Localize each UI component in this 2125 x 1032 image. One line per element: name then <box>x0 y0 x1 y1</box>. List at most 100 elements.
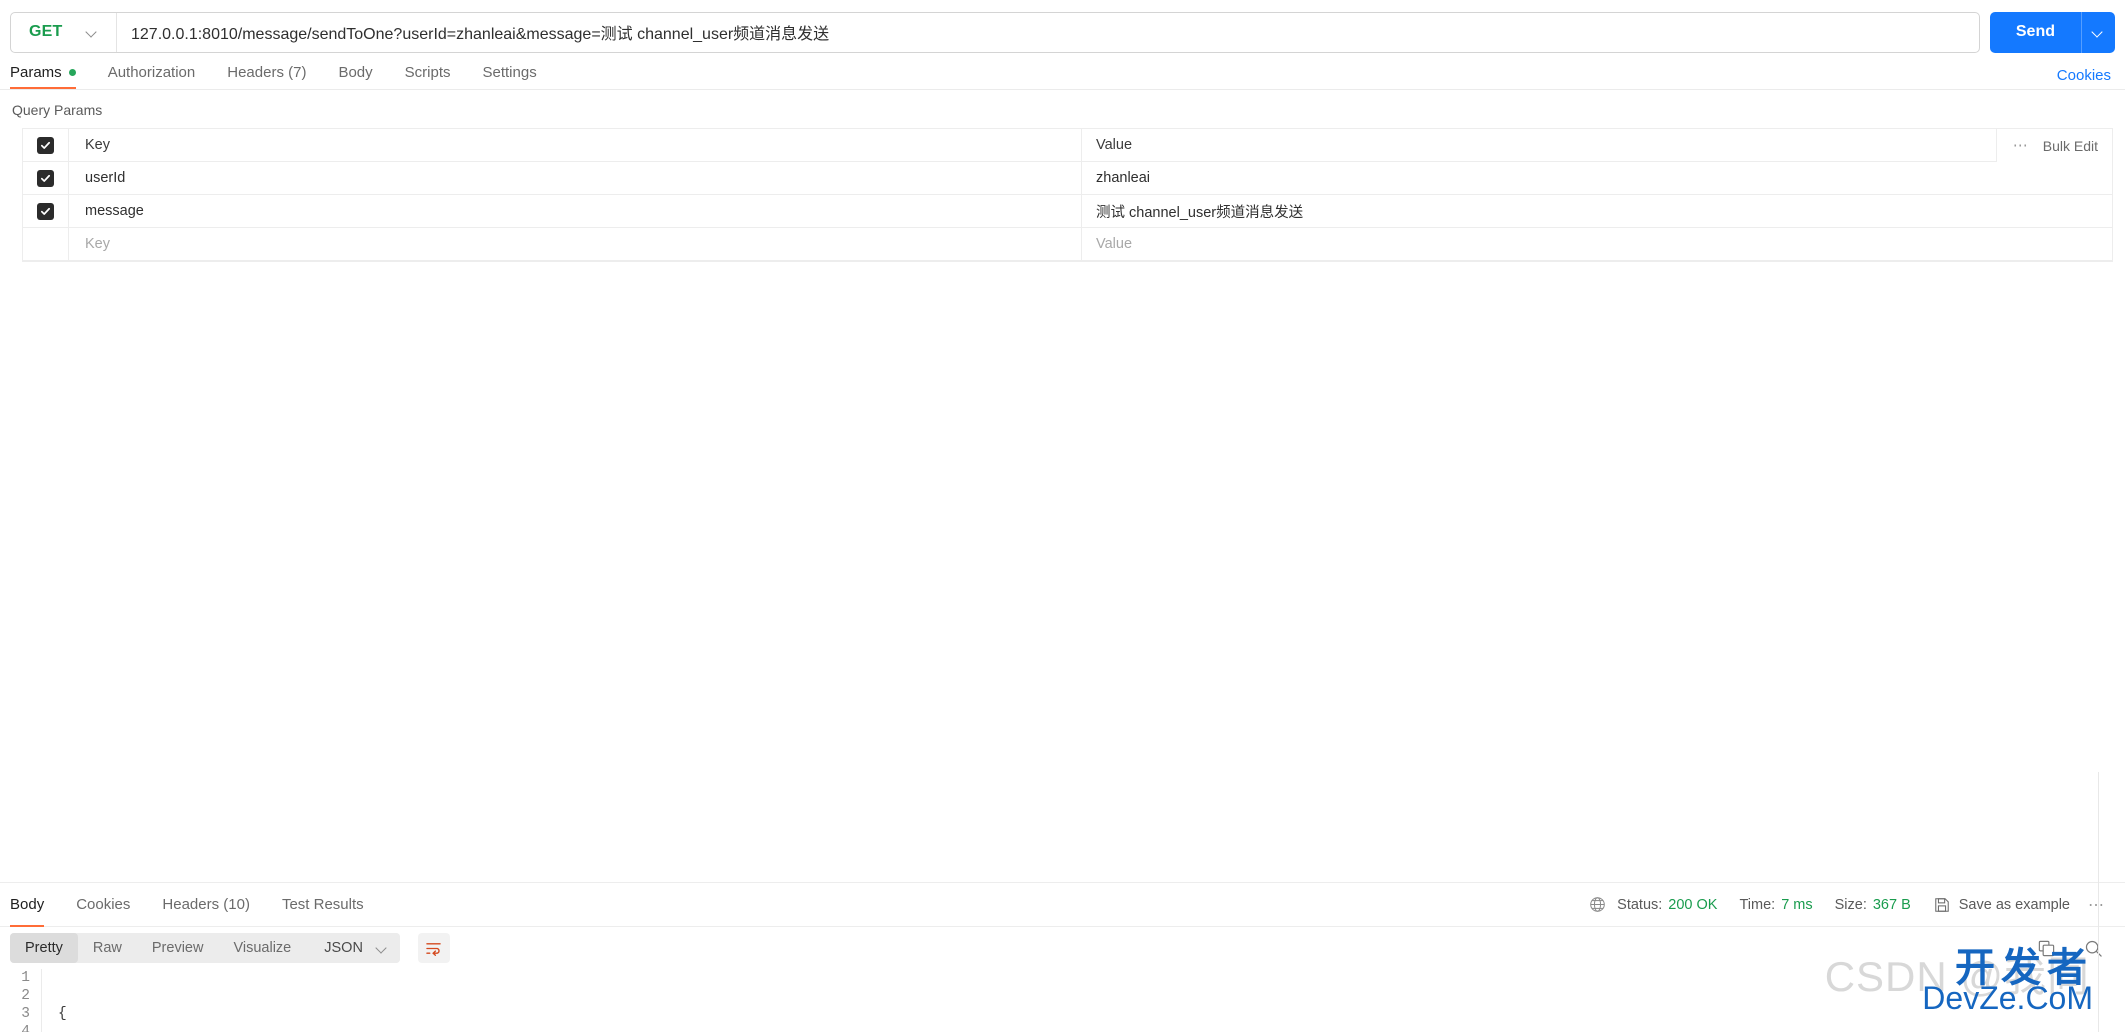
row-checkbox-cell <box>23 162 69 194</box>
save-as-example-button[interactable]: Save as example <box>1922 897 2070 913</box>
status-label: Status: <box>1617 896 1663 913</box>
line-number: 2 <box>21 988 30 1004</box>
response-tab-headers-label: Headers (10) <box>162 896 250 913</box>
checkbox-param-enabled[interactable] <box>37 169 54 187</box>
url-bar-row: GET Send <box>0 0 2125 56</box>
query-params-title: Query Params <box>12 102 103 118</box>
size-label: Size: <box>1834 896 1867 913</box>
row-checkbox-cell <box>23 195 69 227</box>
time-label: Time: <box>1739 896 1776 913</box>
response-format-select[interactable]: JSON <box>312 933 400 963</box>
postman-window: GET Send Params Authorization Headers (7… <box>0 0 2125 1032</box>
url-input[interactable] <box>117 12 1979 52</box>
line-number: 3 <box>21 1006 30 1022</box>
save-as-example-label: Save as example <box>1958 896 2070 913</box>
size-value: 367 B <box>1872 896 1911 913</box>
response-body-actions <box>2037 939 2113 958</box>
table-row: userId zhanleai <box>23 162 2112 195</box>
tab-body-label: Body <box>338 63 373 81</box>
select-all-cell <box>23 129 69 161</box>
param-key-input[interactable]: message <box>69 195 1082 227</box>
tab-scripts[interactable]: Scripts <box>389 55 467 89</box>
response-tab-body[interactable]: Body <box>10 883 60 927</box>
url-input-wrapper: GET <box>10 11 1980 53</box>
column-header-value: Value <box>1096 137 1133 153</box>
tab-settings-label: Settings <box>482 63 537 81</box>
size-badge: Size: 367 B <box>1824 897 1922 913</box>
table-header-row: Key Value ⋯ Bulk Edit <box>23 129 2112 162</box>
response-tab-cookies-label: Cookies <box>76 896 131 913</box>
send-button-group: Send <box>1989 11 2115 53</box>
chevron-down-icon <box>87 27 98 38</box>
param-key-input-empty[interactable]: Key <box>69 228 1082 260</box>
checkbox-param-enabled[interactable] <box>37 236 54 253</box>
bulk-edit-button[interactable]: Bulk Edit <box>2043 138 2098 154</box>
param-value-input[interactable]: 测试 channel_user频道消息发送 <box>1082 195 2112 227</box>
query-params-table: Key Value ⋯ Bulk Edit userId zhanleai me… <box>22 128 2113 262</box>
bulk-edit-controls: ⋯ Bulk Edit <box>1995 129 2112 162</box>
response-tabs: Body Cookies Headers (10) Test Results <box>10 883 380 927</box>
status-value: 200 OK <box>1668 896 1718 913</box>
response-body-viewer: 1 2 3 4 { "msg": "单独发送消息成功。", "code": 20… <box>0 969 2125 1032</box>
request-tabs: Params Authorization Headers (7) Body Sc… <box>10 55 553 89</box>
tab-params-label: Params <box>10 63 62 81</box>
tab-scripts-label: Scripts <box>404 63 451 81</box>
response-tab-test-results[interactable]: Test Results <box>266 883 380 927</box>
view-mode-visualize[interactable]: Visualize <box>218 933 306 963</box>
column-header-key: Key <box>69 129 1082 161</box>
table-row-empty: Key Value <box>23 228 2112 261</box>
tab-authorization[interactable]: Authorization <box>92 55 212 89</box>
response-tab-test-results-label: Test Results <box>281 896 364 913</box>
modified-dot-icon <box>68 68 76 76</box>
view-mode-group: Pretty Raw Preview Visualize JSON <box>10 933 400 963</box>
view-mode-controls: Pretty Raw Preview Visualize JSON <box>10 933 450 963</box>
vertical-divider <box>2098 772 2099 1032</box>
time-badge: Time: 7 ms <box>1728 897 1823 913</box>
copy-icon[interactable] <box>2037 939 2056 958</box>
checkbox-select-all[interactable] <box>37 136 54 154</box>
tab-authorization-label: Authorization <box>107 63 196 81</box>
time-value: 7 ms <box>1781 896 1813 913</box>
tab-headers-label: Headers (7) <box>227 63 307 81</box>
param-value-input[interactable]: zhanleai <box>1082 162 2112 194</box>
json-code-area[interactable]: 1 2 3 4 { "msg": "单独发送消息成功。", "code": 20… <box>0 969 2125 1032</box>
json-code-lines: { "msg": "单独发送消息成功。", "code": 200 } <box>42 969 310 1032</box>
http-method-selector[interactable]: GET <box>11 12 117 52</box>
status-badge: Status: 200 OK <box>1606 897 1728 913</box>
param-key-input[interactable]: userId <box>69 162 1082 194</box>
chevron-down-icon <box>377 943 388 954</box>
http-method-label: GET <box>29 23 63 40</box>
globe-icon <box>1589 896 1606 913</box>
code-token-brace-open: { <box>58 1006 67 1022</box>
table-row: message 测试 channel_user频道消息发送 <box>23 195 2112 228</box>
row-checkbox-cell <box>23 228 69 260</box>
search-icon[interactable] <box>2084 939 2103 958</box>
send-options-button[interactable] <box>2081 11 2115 53</box>
response-tab-cookies[interactable]: Cookies <box>60 883 146 927</box>
line-number-gutter: 1 2 3 4 <box>0 969 42 1032</box>
send-button[interactable]: Send <box>1990 12 2081 53</box>
tab-body[interactable]: Body <box>322 55 388 89</box>
cookies-link[interactable]: Cookies <box>2057 67 2111 89</box>
response-format-label: JSON <box>324 940 363 956</box>
view-mode-preview[interactable]: Preview <box>137 933 219 963</box>
line-number: 4 <box>21 1024 30 1032</box>
param-value-input-empty[interactable]: Value <box>1082 228 2112 260</box>
line-number: 1 <box>21 970 30 986</box>
response-format-toolbar: Pretty Raw Preview Visualize JSON <box>0 927 2125 969</box>
checkbox-param-enabled[interactable] <box>37 202 54 220</box>
tab-settings[interactable]: Settings <box>467 55 553 89</box>
wrap-lines-button[interactable] <box>417 933 450 963</box>
response-meta-bar: Status: 200 OK Time: 7 ms Size: 367 B Sa… <box>1589 895 2111 915</box>
request-tabs-bar: Params Authorization Headers (7) Body Sc… <box>0 56 2125 90</box>
chevron-down-icon <box>2093 27 2104 38</box>
view-mode-pretty[interactable]: Pretty <box>10 933 78 963</box>
response-tab-body-label: Body <box>10 896 45 913</box>
response-more-options-icon[interactable]: ⋯ <box>2070 895 2111 915</box>
response-tabs-bar: Body Cookies Headers (10) Test Results S… <box>0 883 2125 927</box>
tab-headers[interactable]: Headers (7) <box>211 55 322 89</box>
response-tab-headers[interactable]: Headers (10) <box>146 883 266 927</box>
view-mode-raw[interactable]: Raw <box>78 933 137 963</box>
tab-params[interactable]: Params <box>10 55 92 89</box>
more-options-icon[interactable]: ⋯ <box>2013 138 2029 153</box>
